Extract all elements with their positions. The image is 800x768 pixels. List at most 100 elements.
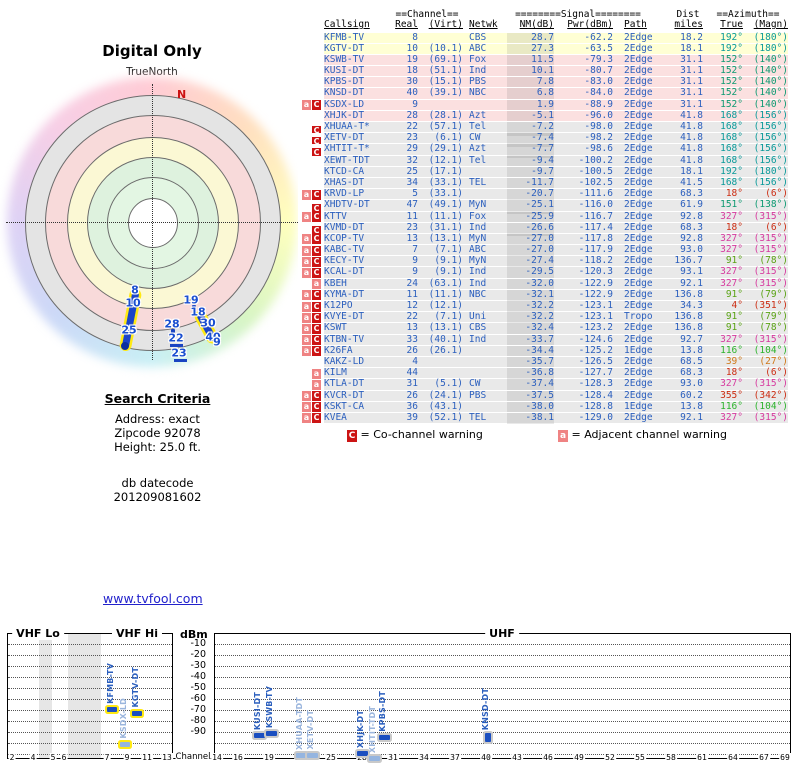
channel-marker-label: 25 bbox=[121, 323, 137, 337]
x-tick: 46 bbox=[542, 753, 554, 762]
cell-path: 2Edge bbox=[624, 210, 653, 222]
cell-real: 4 bbox=[412, 355, 418, 367]
warning-badges: aC bbox=[298, 189, 324, 200]
x-tick: 34 bbox=[418, 753, 430, 762]
table-column-headers: Callsign Real (Virt) Netwk NM(dB) Pwr(dB… bbox=[298, 19, 788, 30]
cell-netwk: Fox bbox=[469, 210, 487, 222]
cell-netwk bbox=[463, 189, 507, 200]
warning-badges bbox=[298, 110, 324, 122]
cell-real: 18 bbox=[406, 65, 418, 77]
cell-pwr: -128.4 bbox=[578, 389, 613, 401]
co-channel-warning-badge: C bbox=[312, 256, 321, 267]
cell-nm: -27.0 bbox=[507, 233, 554, 245]
cell-miles: 136.7 bbox=[674, 255, 703, 267]
cell-callsign: KGTV-DT bbox=[324, 42, 365, 54]
cell-magn: (140°) bbox=[753, 76, 788, 88]
co-channel-warning-badge: C bbox=[312, 402, 321, 413]
cell-miles: 92.8 bbox=[680, 232, 703, 244]
cell-nm: -27.4 bbox=[507, 256, 554, 267]
y-tick: -40 bbox=[190, 671, 206, 682]
station-label: KSWB-TV bbox=[265, 685, 274, 728]
cell-nm: 10.1 bbox=[507, 65, 554, 77]
table-row: KFMB-TV 8 CBS 28.7 -62.2 2Edge 18.2 192° (180°) bbox=[298, 32, 788, 44]
cell-virt: (13.1) bbox=[428, 322, 463, 334]
cell-true: 152° bbox=[720, 65, 743, 77]
cell-nm: 28.7 bbox=[507, 32, 554, 43]
y-tick: -50 bbox=[190, 682, 206, 693]
cell-virt: (17.1) bbox=[428, 165, 463, 177]
cell-callsign: K12PO bbox=[324, 300, 353, 311]
gridline bbox=[8, 699, 172, 700]
cell-virt bbox=[418, 357, 463, 367]
channel-marker-label: 30 bbox=[200, 316, 216, 330]
section-vhf-hi: VHF Hi bbox=[111, 627, 163, 640]
cell-miles: 41.8 bbox=[680, 109, 703, 121]
cell-pwr: -116.7 bbox=[578, 210, 613, 222]
cell-nm: -32.0 bbox=[507, 278, 554, 290]
cell-callsign: KABC-TV bbox=[324, 244, 365, 256]
cell-miles: 92.1 bbox=[680, 277, 703, 289]
cell-nm: -33.7 bbox=[507, 334, 554, 346]
cell-true: 152° bbox=[720, 87, 743, 99]
cell-virt: (12.1) bbox=[428, 154, 463, 166]
vhf-chart-area bbox=[7, 633, 173, 759]
x-tick: 69 bbox=[779, 753, 791, 762]
col-virt: (Virt) bbox=[428, 19, 463, 30]
cell-netwk: PBS bbox=[469, 389, 487, 401]
table-row: a C KCAL-DT 9 (9.1) Ind -29.5 -120.3 2Edge 93.1 32… bbox=[298, 266, 788, 279]
cell-real: 10 bbox=[406, 42, 418, 54]
cell-real: 7 bbox=[412, 244, 418, 256]
cell-path: 2Edge bbox=[624, 165, 653, 177]
cell-virt bbox=[418, 100, 463, 111]
adjacent-warning-badge: a bbox=[302, 402, 311, 413]
cell-true: 116° bbox=[720, 344, 743, 356]
channel-marker-label: 10 bbox=[125, 296, 141, 310]
cell-netwk bbox=[463, 167, 507, 177]
y-tick: -60 bbox=[190, 693, 206, 704]
cell-nm: -38.0 bbox=[507, 401, 554, 413]
cell-pwr: -84.0 bbox=[584, 87, 613, 99]
cell-pwr: -123.1 bbox=[578, 311, 613, 323]
gridline bbox=[215, 644, 790, 645]
cell-virt: (43.1) bbox=[428, 400, 463, 412]
cell-callsign: KVYE-DT bbox=[324, 311, 365, 323]
cell-callsign: K26FA bbox=[324, 344, 353, 356]
x-tick: 2 bbox=[8, 753, 16, 762]
channel-marker-label: 28 bbox=[164, 317, 180, 331]
cell-virt: (11.1) bbox=[428, 210, 463, 222]
cell-path: Tropo bbox=[624, 311, 653, 323]
warning-badges bbox=[298, 88, 324, 99]
cell-real: 11 bbox=[406, 288, 418, 300]
cell-virt: (24.1) bbox=[428, 389, 463, 401]
table-row: a C KVCR-DT 26 (24.1) PBS -37.5 -128.4 2Edge 60.2… bbox=[298, 389, 788, 402]
cell-virt: (63.1) bbox=[428, 277, 463, 289]
gridline bbox=[215, 688, 790, 689]
channel-axis-label: Channel bbox=[175, 752, 211, 762]
cell-virt: (9.1) bbox=[434, 266, 463, 278]
station-label: KFMB-TV bbox=[106, 663, 115, 704]
search-height: Height: 25.0 ft. bbox=[114, 440, 201, 454]
cell-real: 13 bbox=[406, 232, 418, 244]
radar-crosshair-horizontal bbox=[6, 222, 298, 223]
cell-magn: (315°) bbox=[753, 378, 788, 390]
cell-pwr: -122.9 bbox=[578, 277, 613, 289]
cell-pwr: -129.0 bbox=[578, 411, 613, 423]
cell-nm: -32.2 bbox=[507, 312, 554, 323]
tvfool-link[interactable]: www.tvfool.com bbox=[103, 591, 203, 606]
adjacent-channel-legend-text: = Adjacent channel warning bbox=[571, 428, 728, 441]
cell-pwr: -63.5 bbox=[584, 42, 613, 54]
cell-real: 40 bbox=[406, 87, 418, 99]
cell-callsign: KAKZ-LD bbox=[324, 355, 365, 367]
cell-virt: (5.1) bbox=[434, 378, 463, 390]
cell-callsign: KECY-TV bbox=[324, 255, 365, 267]
cell-magn: (78°) bbox=[759, 255, 788, 267]
co-channel-warning-badge: C bbox=[312, 290, 321, 301]
cell-pwr: -120.3 bbox=[578, 266, 613, 278]
cell-magn: (6°) bbox=[765, 367, 788, 379]
x-tick: 49 bbox=[573, 753, 585, 762]
y-tick: -30 bbox=[190, 660, 206, 671]
cell-magn: (104°) bbox=[753, 344, 788, 356]
table-row: C XHDTV-DT 47 (49.1) MyN -25.1 -116.0 2Edge 61.9… bbox=[298, 200, 788, 215]
cell-magn: (27°) bbox=[759, 355, 788, 367]
cell-pwr: -111.6 bbox=[578, 188, 613, 200]
